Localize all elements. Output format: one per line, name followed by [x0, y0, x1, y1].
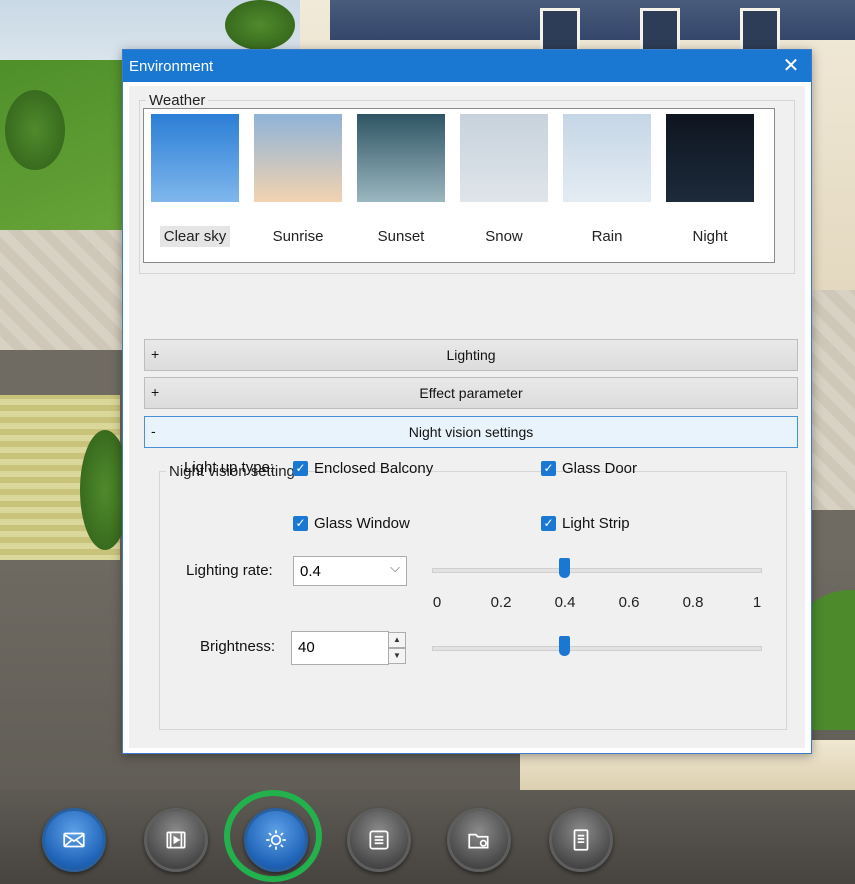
scale-tick: 0.4: [554, 594, 576, 611]
title-bar[interactable]: Environment ✕: [123, 50, 811, 82]
weather-thumbnail: [357, 114, 445, 202]
spin-down-icon[interactable]: ▼: [388, 648, 406, 664]
environment-button[interactable]: [244, 808, 308, 872]
weather-label: Sunrise: [272, 228, 324, 245]
section-lighting[interactable]: + Lighting: [144, 339, 798, 371]
weather-label: Rain: [591, 228, 623, 245]
list-button[interactable]: [347, 808, 411, 872]
weather-legend: Weather: [149, 92, 206, 109]
dialog-title: Environment: [129, 57, 214, 75]
lighting-rate-label: Lighting rate:: [186, 562, 273, 579]
weather-thumbnail: [460, 114, 548, 202]
tree: [225, 0, 295, 50]
tree: [5, 90, 65, 170]
brightness-label: Brightness:: [200, 638, 276, 655]
weather-thumbnail: [563, 114, 651, 202]
document-icon: [573, 829, 589, 851]
checkbox-label: Glass Door: [562, 460, 638, 477]
section-night-vision-settings[interactable]: - Night vision settings: [144, 416, 798, 448]
checkmark-icon: ✓: [293, 461, 308, 476]
villa-window: [640, 8, 680, 54]
video-button[interactable]: [144, 808, 208, 872]
weather-option-rain[interactable]: Rain: [561, 114, 653, 247]
checkbox-label: Light Strip: [562, 515, 630, 532]
villa-window: [540, 8, 580, 54]
brightness-value: 40: [298, 639, 315, 656]
scale-tick: 0.8: [682, 594, 704, 611]
weather-label: Night: [692, 228, 728, 245]
folder-gear-icon: [468, 833, 489, 849]
section-effect-parameter[interactable]: + Effect parameter: [144, 377, 798, 409]
weather-option-night[interactable]: Night: [664, 114, 756, 247]
section-label: Night vision settings: [408, 424, 534, 440]
sun-icon: [266, 830, 286, 850]
weather-thumbnail: [151, 114, 239, 202]
slider-scale: 0 0.2 0.4 0.6 0.8 1: [433, 594, 761, 614]
folder-settings-button[interactable]: [447, 808, 511, 872]
brightness-input[interactable]: 40: [291, 631, 389, 665]
close-icon[interactable]: ✕: [779, 54, 803, 78]
weather-label: Sunset: [377, 228, 425, 245]
brightness-spinner: ▲ ▼: [388, 632, 406, 664]
weather-label: Clear sky: [159, 226, 231, 247]
chevron-down-icon: ⌵: [390, 560, 400, 575]
weather-option-snow[interactable]: Snow: [458, 114, 550, 247]
glass-window-checkbox[interactable]: ✓ Glass Window: [293, 515, 410, 532]
mail-button[interactable]: [42, 808, 106, 872]
weather-list: Clear sky Sunrise Sunset Snow Rain Night: [143, 108, 775, 263]
slider-track: [432, 568, 762, 573]
checkbox-label: Glass Window: [314, 515, 410, 532]
scale-tick: 0.6: [618, 594, 640, 611]
weather-option-sunrise[interactable]: Sunrise: [252, 114, 344, 247]
weather-thumbnail: [666, 114, 754, 202]
section-label: Effect parameter: [419, 385, 523, 401]
section-label: Lighting: [446, 347, 496, 363]
document-button[interactable]: [549, 808, 613, 872]
slider-thumb[interactable]: [559, 558, 570, 578]
checkmark-icon: ✓: [293, 516, 308, 531]
film-icon: [166, 831, 186, 849]
lighting-rate-dropdown[interactable]: 0.4 ⌵: [293, 556, 407, 586]
mail-icon: [63, 832, 85, 848]
enclosed-balcony-checkbox[interactable]: ✓ Enclosed Balcony: [293, 460, 433, 477]
scale-tick: 1: [752, 594, 762, 611]
weather-option-sunset[interactable]: Sunset: [355, 114, 447, 247]
list-icon: [369, 830, 389, 850]
checkmark-icon: ✓: [541, 516, 556, 531]
light-up-type-label: Light up type:: [184, 459, 275, 476]
checkmark-icon: ✓: [541, 461, 556, 476]
weather-option-clear-sky[interactable]: Clear sky: [149, 114, 241, 247]
weather-thumbnail: [254, 114, 342, 202]
slider-thumb[interactable]: [559, 636, 570, 656]
slider-track: [432, 646, 762, 651]
checkbox-label: Enclosed Balcony: [314, 460, 434, 477]
villa-window: [740, 8, 780, 54]
brightness-slider[interactable]: [432, 636, 762, 660]
scale-tick: 0: [432, 594, 442, 611]
lighting-rate-value: 0.4: [300, 563, 321, 580]
light-strip-checkbox[interactable]: ✓ Light Strip: [541, 515, 630, 532]
scale-tick: 0.2: [490, 594, 512, 611]
glass-door-checkbox[interactable]: ✓ Glass Door: [541, 460, 637, 477]
lighting-rate-slider[interactable]: [432, 558, 762, 582]
weather-label: Snow: [485, 228, 523, 245]
spin-up-icon[interactable]: ▲: [388, 632, 406, 648]
toolbar-background: [0, 790, 855, 884]
